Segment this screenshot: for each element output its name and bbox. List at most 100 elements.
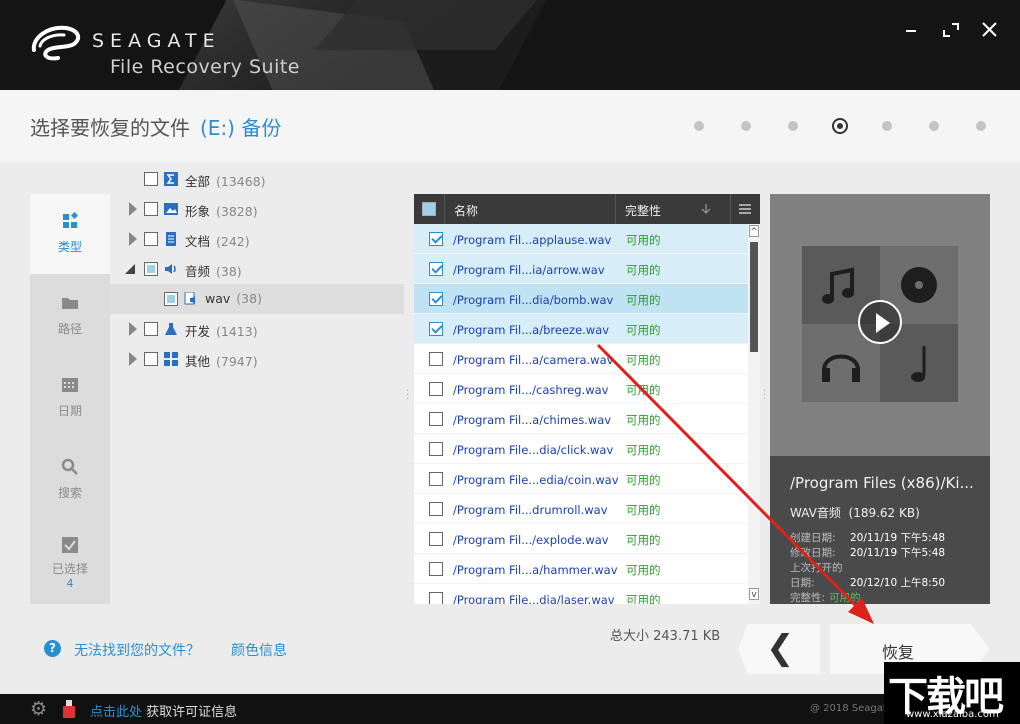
back-button[interactable]: ❮ [738, 624, 820, 674]
nav-item-label: 路径 [57, 322, 82, 336]
file-name: /Program Fil.../explode.wav [453, 533, 609, 547]
file-type: WAV音频 [790, 506, 841, 520]
tree-label: 开发 [185, 324, 211, 339]
gear-icon[interactable]: ⚙ [30, 699, 50, 719]
top-bar: SEAGATE File Recovery Suite [0, 0, 1020, 90]
expand-icon[interactable] [129, 322, 137, 336]
close-icon[interactable] [978, 18, 1002, 42]
tree-row-wav[interactable]: wav (38) [110, 284, 404, 314]
tree-label: 文档 [185, 234, 211, 249]
file-checkbox[interactable] [429, 352, 443, 366]
help-icon[interactable]: ? [44, 640, 61, 657]
file-checkbox[interactable] [429, 232, 443, 246]
file-list-scrollbar[interactable]: ^ v [748, 224, 760, 604]
file-name: /Program File...edia/coin.wav [453, 473, 619, 487]
meta-key: 创建日期: [790, 532, 836, 544]
step-dot [882, 121, 892, 131]
tree-row-all[interactable]: 全部 (13468) [110, 164, 404, 194]
file-checkbox[interactable] [429, 292, 443, 306]
file-row[interactable]: /Program File...dia/laser.wav 可用的 [414, 584, 748, 604]
file-checkbox[interactable] [429, 502, 443, 516]
file-row[interactable]: /Program Fil...dia/bomb.wav 可用的 [414, 284, 748, 314]
play-button[interactable] [858, 300, 902, 344]
file-name: /Program File...dia/click.wav [453, 443, 614, 457]
file-checkbox[interactable] [429, 322, 443, 336]
file-checkbox[interactable] [429, 592, 443, 604]
tree-checkbox[interactable] [144, 202, 158, 216]
tree-row-other[interactable]: 其他 (7947) [110, 344, 404, 374]
file-size: (189.62 KB) [848, 506, 920, 520]
file-checkbox[interactable] [429, 412, 443, 426]
nav-item-label: 类型 [57, 240, 82, 254]
file-checkbox[interactable] [429, 532, 443, 546]
file-checkbox[interactable] [429, 262, 443, 276]
tree-checkbox[interactable] [144, 352, 158, 366]
file-row[interactable]: /Program File...dia/click.wav 可用的 [414, 434, 748, 464]
scroll-up-icon[interactable]: ^ [749, 225, 759, 237]
file-row[interactable]: /Program Fil...a/camera.wav 可用的 [414, 344, 748, 374]
file-checkbox[interactable] [429, 442, 443, 456]
splitter-handle[interactable]: · · · [406, 387, 409, 405]
column-menu-icon[interactable] [738, 202, 752, 216]
nav-item-selected[interactable]: 已选择 4 [30, 522, 110, 602]
brand-name: SEAGATE [92, 30, 221, 52]
expand-icon[interactable] [129, 352, 137, 366]
nav-item-search[interactable]: 搜索 [30, 440, 110, 520]
meta-key: 修改日期: [790, 547, 836, 559]
expand-icon[interactable] [129, 232, 137, 246]
left-nav: 类型 路径 日期 搜索 已选择 4 [30, 194, 110, 604]
sort-down-icon[interactable] [700, 203, 712, 215]
file-checkbox[interactable] [429, 472, 443, 486]
tree-checkbox[interactable] [144, 262, 158, 276]
color-info-link[interactable]: 颜色信息 [231, 640, 287, 660]
file-checkbox[interactable] [429, 382, 443, 396]
select-all-checkbox[interactable] [422, 202, 436, 216]
step-dot [929, 121, 939, 131]
column-integrity[interactable]: 完整性 [625, 202, 661, 219]
nav-item-type[interactable]: 类型 [30, 194, 110, 274]
tree-checkbox[interactable] [144, 172, 158, 186]
tree-row-image[interactable]: 形象 (3828) [110, 194, 404, 224]
maximize-icon[interactable] [939, 18, 963, 42]
tree-checkbox[interactable] [164, 292, 178, 306]
splitter-handle[interactable]: · · · [763, 387, 766, 405]
cant-find-files-link[interactable]: 无法找到您的文件？ [74, 640, 200, 660]
column-name[interactable]: 名称 [454, 202, 478, 219]
nav-item-date[interactable]: 日期 [30, 358, 110, 438]
scroll-down-icon[interactable]: v [749, 588, 759, 600]
tree-row-audio[interactable]: 音频 (38) [110, 254, 404, 284]
file-row[interactable]: /Program Fil...a/breeze.wav 可用的 [414, 314, 748, 344]
collapse-icon[interactable] [124, 263, 136, 275]
file-checkbox[interactable] [429, 562, 443, 576]
file-row[interactable]: /Program Fil...applause.wav 可用的 [414, 224, 748, 254]
file-name: /Program Fil...applause.wav [453, 233, 612, 247]
file-integrity: 可用的 [626, 533, 661, 547]
file-list-header: 名称 完整性 [414, 194, 760, 224]
calendar-icon [62, 378, 78, 392]
tree-checkbox[interactable] [144, 322, 158, 336]
file-row[interactable]: /Program Fil...ia/arrow.wav 可用的 [414, 254, 748, 284]
license-link[interactable]: 点击此处 [90, 705, 142, 720]
preview-metadata: 创建日期: 20/11/19 下午5:48 修改日期: 20/11/19 下午5:4… [790, 531, 974, 606]
header-separator [444, 194, 445, 224]
type-tree: 全部 (13468) 形象 (3828) 文档 (242) 音频 (38) wav (38… [110, 164, 404, 604]
file-row[interactable]: /Program Fil...a/hammer.wav 可用的 [414, 554, 748, 584]
file-integrity: 可用的 [626, 263, 661, 277]
file-integrity: 可用的 [626, 353, 661, 367]
tree-row-document[interactable]: 文档 (242) [110, 224, 404, 254]
tree-checkbox[interactable] [144, 232, 158, 246]
nav-item-path[interactable]: 路径 [30, 276, 110, 356]
page-title: 选择要恢复的文件 (E:) 备份 [30, 112, 281, 141]
minimize-icon[interactable] [900, 18, 924, 42]
file-row[interactable]: /Program Fil...drumroll.wav 可用的 [414, 494, 748, 524]
file-row[interactable]: /Program Fil...a/chimes.wav 可用的 [414, 404, 748, 434]
file-row[interactable]: /Program Fil.../cashreg.wav 可用的 [414, 374, 748, 404]
back-arrow-icon: ❮ [766, 628, 795, 668]
file-row[interactable]: /Program Fil.../explode.wav 可用的 [414, 524, 748, 554]
scrollbar-thumb[interactable] [750, 242, 758, 352]
file-name: /Program Fil...a/camera.wav [453, 353, 614, 367]
tree-row-dev[interactable]: 开发 (1413) [110, 314, 404, 344]
expand-icon[interactable] [129, 202, 137, 216]
file-name: /Program Fil...ia/arrow.wav [453, 263, 605, 277]
file-row[interactable]: /Program File...edia/coin.wav 可用的 [414, 464, 748, 494]
